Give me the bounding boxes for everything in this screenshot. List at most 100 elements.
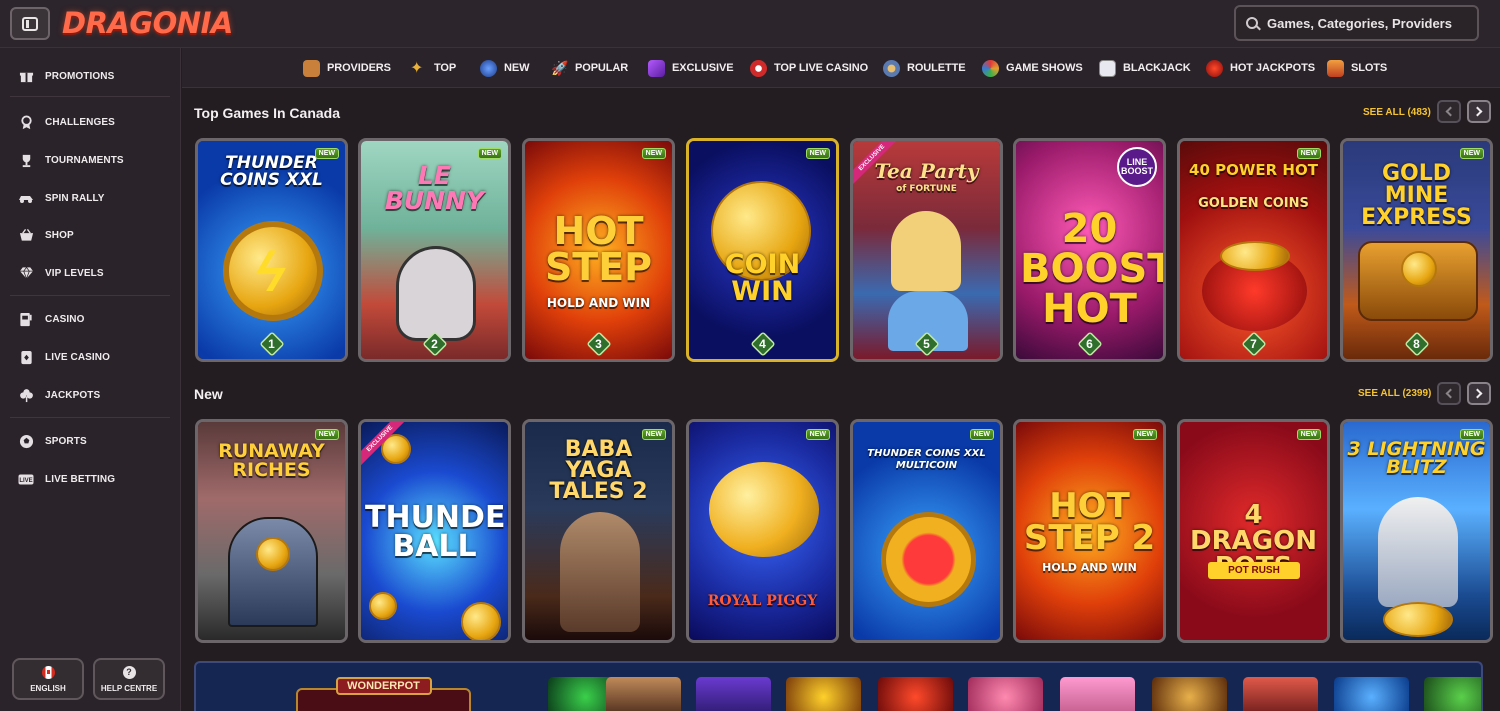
new-badge: NEW: [969, 429, 994, 440]
jackpot-game-thumb[interactable]: [1060, 677, 1135, 711]
category-roulette[interactable]: ROULETTE: [883, 48, 966, 88]
sidebar-item-label: PROMOTIONS: [45, 70, 115, 82]
category-popular[interactable]: 🚀 POPULAR: [551, 48, 628, 88]
rank-badge: 4: [749, 331, 776, 357]
game-title: COIN WIN: [724, 249, 801, 307]
category-label: POPULAR: [575, 62, 629, 74]
game-card[interactable]: THUNDER BALL EXCLUSIVE: [358, 419, 511, 643]
category-new[interactable]: NEW: [480, 48, 529, 88]
playing-card-icon: [18, 349, 34, 365]
game-card[interactable]: ϟ THUNDER COINS XXL NEW 1: [195, 138, 348, 362]
sidebar-item-jackpots[interactable]: JACKPOTS: [0, 380, 181, 410]
jackpot-banner[interactable]: WONDERPOT: [194, 661, 1483, 711]
help-centre-button[interactable]: ? HELP CENTRE: [93, 658, 165, 700]
pot-rush-label: POT RUSH: [1208, 562, 1300, 579]
language-button[interactable]: ENGLISH: [12, 658, 84, 700]
rank-badge: 7: [1240, 331, 1267, 357]
see-all-new-link[interactable]: SEE ALL (2399): [1358, 388, 1431, 399]
category-exclusive[interactable]: EXCLUSIVE: [648, 48, 734, 88]
medal-icon: [18, 114, 34, 130]
sidebar-toggle-button[interactable]: [10, 7, 50, 40]
category-providers[interactable]: PROVIDERS: [303, 48, 391, 88]
game-title: THUNDER COINS XXL: [220, 153, 323, 190]
new-badge: NEW: [477, 148, 502, 159]
rocket-icon: 🚀: [551, 59, 569, 76]
game-card[interactable]: ROYAL PIGGY NEW: [686, 419, 839, 643]
category-label: ROULETTE: [907, 62, 966, 74]
jackpot-game-thumb[interactable]: [1152, 677, 1227, 711]
game-card[interactable]: BABA YAGA TALES 2 NEW: [522, 419, 675, 643]
game-card[interactable]: HOT STEP 2 HOLD AND WIN NEW: [1013, 419, 1166, 643]
jackpot-game-thumb[interactable]: [1243, 677, 1318, 711]
game-title: 20 BOOST HOT: [1020, 206, 1166, 332]
line-boost-tag: LINE BOOST: [1117, 147, 1157, 187]
slots-icon: [1327, 59, 1344, 77]
sidebar-toggle-icon: [22, 16, 38, 31]
sidebar-item-challenges[interactable]: CHALLENGES: [0, 107, 181, 137]
sidebar-item-vip-levels[interactable]: VIP LEVELS: [0, 258, 181, 288]
jackpot-game-thumb[interactable]: [878, 677, 953, 711]
category-game-shows[interactable]: GAME SHOWS: [982, 48, 1083, 88]
category-label: PROVIDERS: [327, 62, 391, 74]
game-card[interactable]: LE BUNNY NEW 2: [358, 138, 511, 362]
jackpot-game-thumb[interactable]: [1334, 677, 1409, 711]
see-all-top-games-link[interactable]: SEE ALL (483): [1363, 107, 1431, 118]
jackpot-game-thumb[interactable]: [786, 677, 861, 711]
search-box[interactable]: [1234, 5, 1479, 41]
sidebar-item-shop[interactable]: SHOP: [0, 220, 181, 250]
carousel-next-button[interactable]: [1467, 382, 1491, 405]
sidebar-item-tournaments[interactable]: TOURNAMENTS: [0, 145, 181, 175]
sidebar-item-casino[interactable]: CASINO: [0, 304, 181, 334]
game-title: BABA YAGA TALES 2: [549, 437, 648, 504]
game-card[interactable]: 3 LIGHTNING BLITZ NEW: [1340, 419, 1493, 643]
category-top[interactable]: ✦ TOP: [410, 48, 456, 88]
game-card[interactable]: HOT STEP HOLD AND WIN NEW 3: [522, 138, 675, 362]
sidebar-item-label: CASINO: [45, 313, 85, 325]
category-blackjack[interactable]: BLACKJACK: [1099, 48, 1191, 88]
category-top-live-casino[interactable]: TOP LIVE CASINO: [750, 48, 868, 88]
jackpot-game-thumb[interactable]: [696, 677, 771, 711]
carousel-prev-button[interactable]: [1437, 100, 1461, 123]
chevron-right-icon: [1472, 106, 1483, 117]
game-title: Tea Party: [874, 159, 979, 183]
language-label: ENGLISH: [30, 683, 66, 693]
jackpot-game-thumb[interactable]: [1424, 677, 1481, 711]
game-title: THUNDER COINS XXL MULTICOIN: [867, 448, 986, 471]
sidebar-item-label: SPIN RALLY: [45, 192, 105, 204]
game-card[interactable]: GOLD MINE EXPRESS NEW 8: [1340, 138, 1493, 362]
game-card[interactable]: 20 BOOST HOT LINE BOOST 6: [1013, 138, 1166, 362]
carousel-next-button[interactable]: [1467, 100, 1491, 123]
game-card[interactable]: RUNAWAY RICHES NEW: [195, 419, 348, 643]
new-badge: NEW: [314, 429, 339, 440]
category-slots[interactable]: SLOTS: [1327, 48, 1387, 88]
category-bar: PROVIDERS ✦ TOP NEW 🚀 POPULAR EXCLUSIVE …: [182, 48, 1500, 88]
search-input[interactable]: [1267, 15, 1467, 31]
sidebar-item-sports[interactable]: SPORTS: [0, 426, 181, 456]
section-title-top-games: Top Games In Canada: [194, 105, 340, 121]
carousel-prev-button[interactable]: [1437, 382, 1461, 405]
sidebar-item-label: CHALLENGES: [45, 116, 115, 128]
rank-badge: 1: [258, 331, 285, 357]
sidebar-item-label: VIP LEVELS: [45, 267, 104, 279]
witch-character: [560, 512, 640, 632]
game-card[interactable]: Tea Party of FORTUNE EXCLUSIVE 5: [850, 138, 1003, 362]
game-title: THUNDER BALL: [365, 500, 508, 564]
game-card[interactable]: 40 POWER HOT GOLDEN COINS NEW 7: [1177, 138, 1330, 362]
chili-icon: [1206, 59, 1223, 77]
sidebar-item-live-casino[interactable]: LIVE CASINO: [0, 342, 181, 372]
jackpot-game-thumb[interactable]: [968, 677, 1043, 711]
game-subtitle: HOLD AND WIN: [1042, 561, 1137, 574]
rank-badge: 2: [421, 331, 448, 357]
game-card[interactable]: COIN WIN NEW 4: [686, 138, 839, 362]
game-card[interactable]: 4 DRAGON POTS POT RUSH NEW: [1177, 419, 1330, 643]
sidebar-item-promotions[interactable]: PROMOTIONS: [0, 61, 181, 91]
jackpot-game-thumb[interactable]: [606, 677, 681, 711]
help-label: HELP CENTRE: [100, 683, 158, 693]
sidebar-item-spin-rally[interactable]: SPIN RALLY: [0, 183, 181, 213]
category-hot-jackpots[interactable]: HOT JACKPOTS: [1206, 48, 1315, 88]
svg-text:LIVE: LIVE: [19, 478, 32, 484]
piggy-bank: [709, 462, 819, 557]
game-card[interactable]: THUNDER COINS XXL MULTICOIN NEW: [850, 419, 1003, 643]
logo[interactable]: DRAGONIA: [62, 6, 233, 40]
sidebar-item-live-betting[interactable]: LIVE LIVE BETTING: [0, 464, 181, 494]
